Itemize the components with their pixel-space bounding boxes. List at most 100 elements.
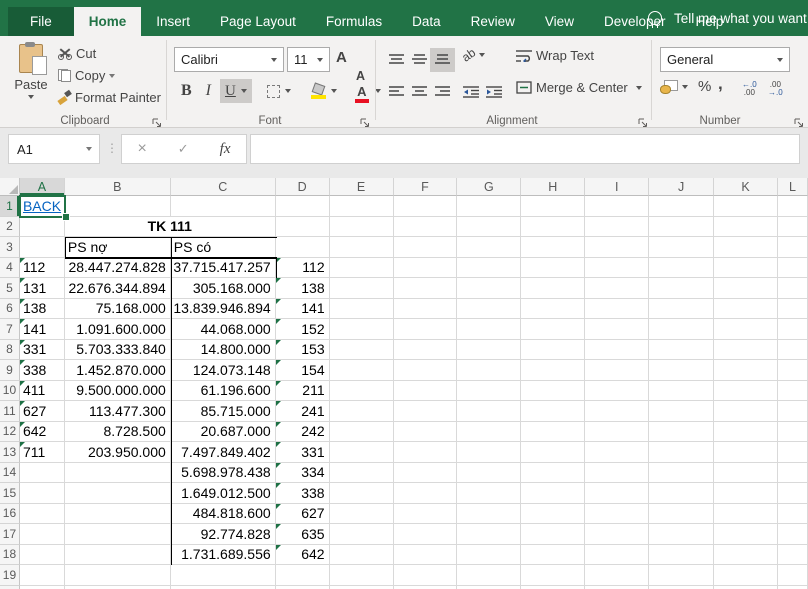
format-painter-button[interactable]: Format Painter xyxy=(58,90,161,105)
cell-A10[interactable]: 411 xyxy=(20,381,65,402)
cell-J12[interactable] xyxy=(649,422,714,443)
cell-B2-merged-title[interactable]: TK 111 xyxy=(65,217,276,238)
align-right-button[interactable] xyxy=(430,80,455,104)
cell-L12[interactable] xyxy=(778,422,808,443)
cell-F3[interactable] xyxy=(394,237,458,258)
cell-B12[interactable]: 8.728.500 xyxy=(65,422,171,443)
cell-A9[interactable]: 338 xyxy=(20,360,65,381)
cell-J20[interactable] xyxy=(649,586,714,589)
cell-F6[interactable] xyxy=(394,299,458,320)
column-header-G[interactable]: G xyxy=(457,178,521,196)
cell-L17[interactable] xyxy=(778,524,808,545)
cell-I12[interactable] xyxy=(585,422,649,443)
cell-A8[interactable]: 331 xyxy=(20,340,65,361)
font-name-combo[interactable]: Calibri xyxy=(174,47,284,72)
row-header-18[interactable]: 18 xyxy=(0,545,20,566)
cell-K17[interactable] xyxy=(714,524,778,545)
cell-I15[interactable] xyxy=(585,483,649,504)
row-header-15[interactable]: 15 xyxy=(0,483,20,504)
select-all-button[interactable] xyxy=(0,178,20,196)
cell-G20[interactable] xyxy=(457,586,521,589)
cell-C9[interactable]: 124.073.148 xyxy=(171,360,276,381)
cell-F14[interactable] xyxy=(394,463,458,484)
cell-B20[interactable] xyxy=(65,586,171,589)
cell-K5[interactable] xyxy=(714,278,778,299)
cell-K13[interactable] xyxy=(714,442,778,463)
cell-A3[interactable] xyxy=(20,237,65,258)
cell-K1[interactable] xyxy=(714,196,778,217)
cell-C19[interactable] xyxy=(171,565,276,586)
cell-I6[interactable] xyxy=(585,299,649,320)
tab-formulas[interactable]: Formulas xyxy=(311,7,397,36)
cell-I3[interactable] xyxy=(585,237,649,258)
cell-D6[interactable]: 141 xyxy=(276,299,330,320)
cell-H17[interactable] xyxy=(521,524,585,545)
comma-style-button[interactable]: , xyxy=(718,74,723,94)
cell-B9[interactable]: 1.452.870.000 xyxy=(65,360,171,381)
cell-K2[interactable] xyxy=(714,217,778,238)
cell-E13[interactable] xyxy=(330,442,394,463)
cancel-icon[interactable]: × xyxy=(137,140,146,158)
orientation-button[interactable]: ab xyxy=(462,48,485,62)
cell-H15[interactable] xyxy=(521,483,585,504)
cell-E8[interactable] xyxy=(330,340,394,361)
cell-D3[interactable] xyxy=(276,237,330,258)
cell-G7[interactable] xyxy=(457,319,521,340)
row-header-3[interactable]: 3 xyxy=(0,237,20,258)
bold-button[interactable]: B xyxy=(176,79,197,103)
cell-D7[interactable]: 152 xyxy=(276,319,330,340)
cell-L5[interactable] xyxy=(778,278,808,299)
fill-color-dropdown-icon[interactable] xyxy=(331,89,337,93)
cell-J3[interactable] xyxy=(649,237,714,258)
cell-J2[interactable] xyxy=(649,217,714,238)
cell-F18[interactable] xyxy=(394,545,458,566)
cell-F20[interactable] xyxy=(394,586,458,589)
cell-J10[interactable] xyxy=(649,381,714,402)
cell-L7[interactable] xyxy=(778,319,808,340)
cell-A20[interactable] xyxy=(20,586,65,589)
cell-B11[interactable]: 113.477.300 xyxy=(65,401,171,422)
cell-F10[interactable] xyxy=(394,381,458,402)
cell-A4[interactable]: 112 xyxy=(20,258,65,279)
cell-F9[interactable] xyxy=(394,360,458,381)
borders-button[interactable] xyxy=(262,79,296,103)
cell-I19[interactable] xyxy=(585,565,649,586)
column-header-E[interactable]: E xyxy=(330,178,394,196)
cell-E10[interactable] xyxy=(330,381,394,402)
insert-function-icon[interactable]: fx xyxy=(220,141,231,158)
cell-E11[interactable] xyxy=(330,401,394,422)
cell-B1[interactable] xyxy=(65,196,171,217)
cell-B15[interactable] xyxy=(65,483,171,504)
cell-J4[interactable] xyxy=(649,258,714,279)
formula-input[interactable] xyxy=(250,134,800,164)
cell-C4[interactable]: 37.715.417.257 xyxy=(171,258,276,279)
cell-E9[interactable] xyxy=(330,360,394,381)
cell-D9[interactable]: 154 xyxy=(276,360,330,381)
italic-button[interactable]: I xyxy=(201,79,216,103)
cell-D20[interactable] xyxy=(276,586,330,589)
align-bottom-button[interactable] xyxy=(430,48,455,72)
cell-J14[interactable] xyxy=(649,463,714,484)
copy-dropdown-icon[interactable] xyxy=(109,74,115,78)
cell-I2[interactable] xyxy=(585,217,649,238)
cell-A11[interactable]: 627 xyxy=(20,401,65,422)
cell-B6[interactable]: 75.168.000 xyxy=(65,299,171,320)
cell-G18[interactable] xyxy=(457,545,521,566)
cell-H6[interactable] xyxy=(521,299,585,320)
row-header-9[interactable]: 9 xyxy=(0,360,20,381)
cell-F17[interactable] xyxy=(394,524,458,545)
cell-C1[interactable] xyxy=(171,196,276,217)
cell-C17[interactable]: 92.774.828 xyxy=(171,524,276,545)
cell-I16[interactable] xyxy=(585,504,649,525)
cell-L11[interactable] xyxy=(778,401,808,422)
cell-D1[interactable] xyxy=(276,196,330,217)
row-header-11[interactable]: 11 xyxy=(0,401,20,422)
cell-G3[interactable] xyxy=(457,237,521,258)
cell-I5[interactable] xyxy=(585,278,649,299)
cell-E19[interactable] xyxy=(330,565,394,586)
cell-K6[interactable] xyxy=(714,299,778,320)
cell-G4[interactable] xyxy=(457,258,521,279)
cell-H3[interactable] xyxy=(521,237,585,258)
cell-I4[interactable] xyxy=(585,258,649,279)
cell-B3[interactable]: PS nợ xyxy=(65,237,171,258)
